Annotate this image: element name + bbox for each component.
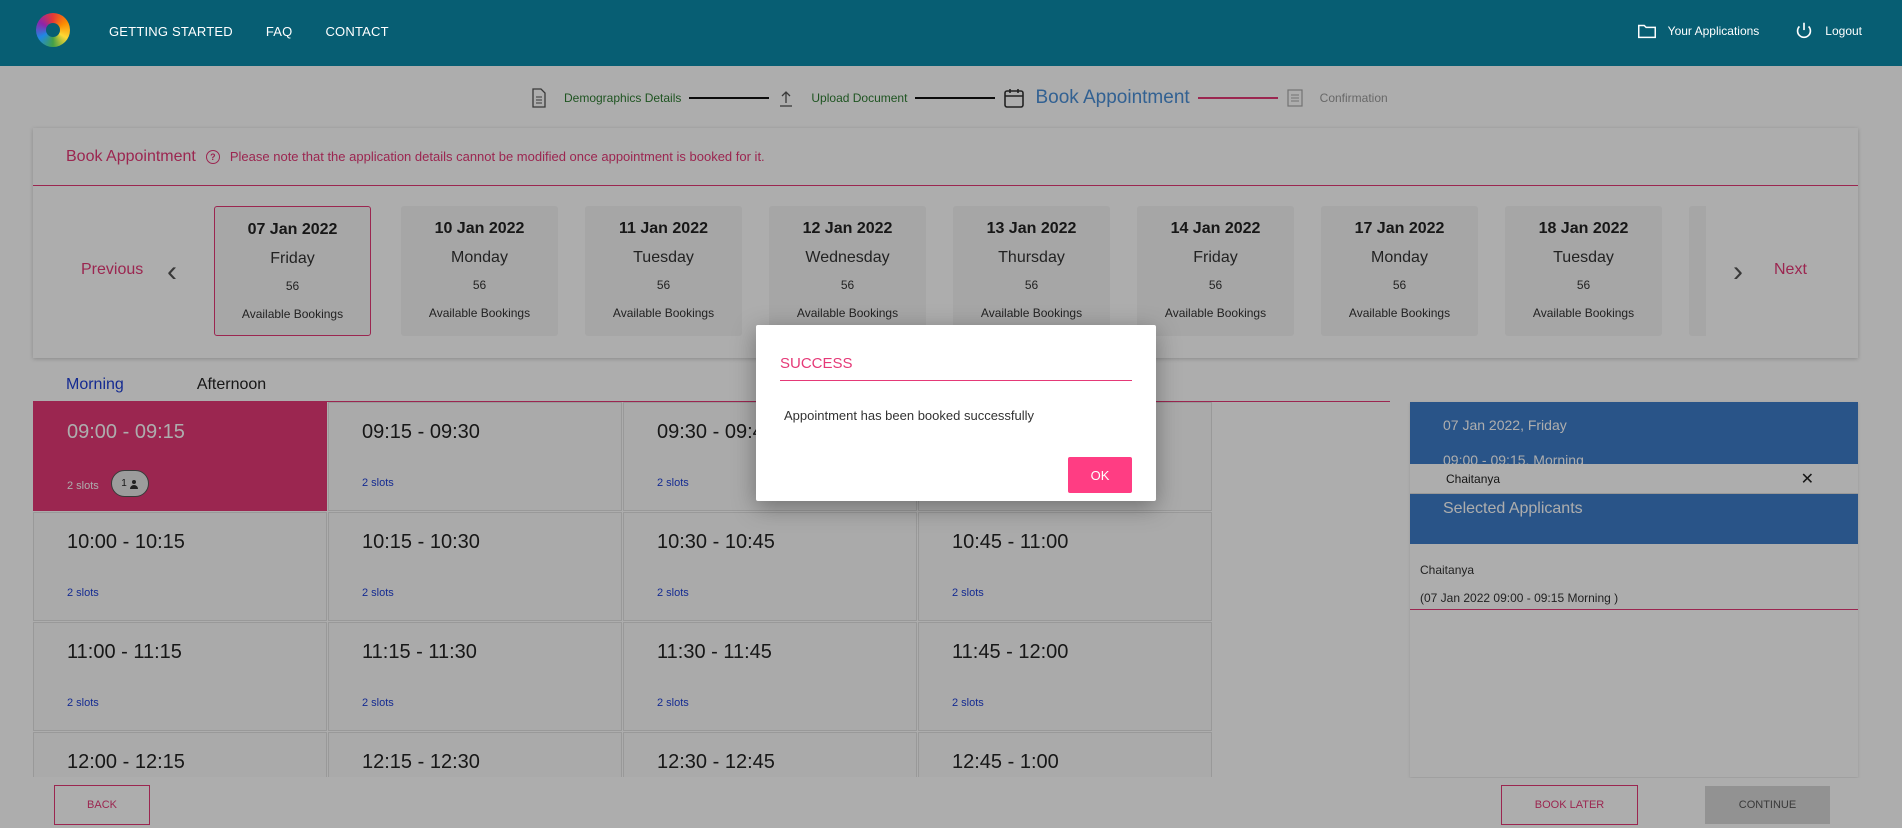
dialog-title: SUCCESS <box>780 355 853 372</box>
success-dialog: SUCCESS Appointment has been booked succ… <box>756 325 1156 501</box>
folder-icon <box>1637 24 1656 39</box>
brand-logo[interactable] <box>36 13 70 47</box>
dialog-message: Appointment has been booked successfully <box>784 408 1035 423</box>
power-icon <box>1797 22 1812 39</box>
nav-contact[interactable]: CONTACT <box>325 24 388 39</box>
nav-getting-started[interactable]: GETTING STARTED <box>109 24 233 39</box>
main-nav: GETTING STARTED FAQ CONTACT <box>109 0 389 62</box>
ok-button[interactable]: OK <box>1068 457 1132 493</box>
nav-faq[interactable]: FAQ <box>266 24 293 39</box>
top-navbar: GETTING STARTED FAQ CONTACT Your Applica… <box>0 0 1902 66</box>
logout-label: Logout <box>1825 24 1862 38</box>
your-applications-link[interactable]: Your Applications <box>1636 20 1760 42</box>
your-applications-label: Your Applications <box>1667 24 1760 38</box>
dialog-divider <box>780 380 1132 381</box>
header-actions: Your Applications Logout <box>1636 0 1862 62</box>
logout-link[interactable]: Logout <box>1793 20 1862 42</box>
